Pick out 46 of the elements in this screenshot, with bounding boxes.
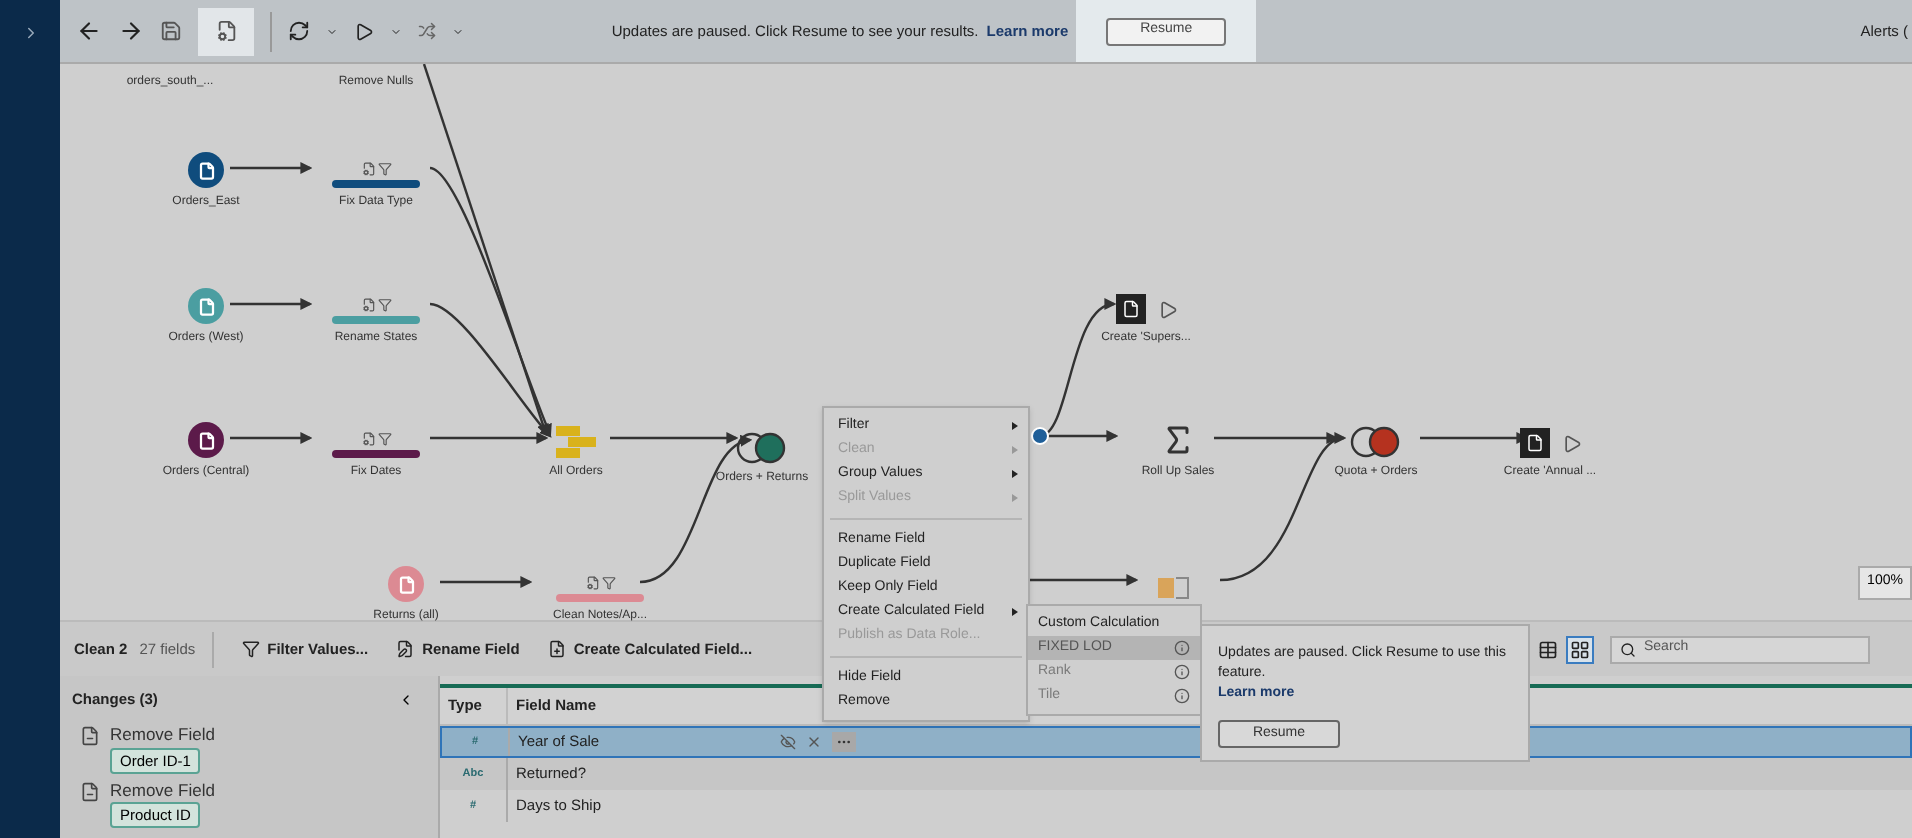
caret-icon[interactable] [326, 25, 338, 37]
run-icon[interactable] [354, 21, 374, 41]
change-action: Remove Field [110, 781, 215, 799]
file-node-icon[interactable] [188, 152, 224, 188]
hide-icon[interactable] [780, 734, 796, 750]
remove-field-icon [80, 781, 100, 802]
save-icon[interactable] [160, 20, 182, 42]
change-icons [585, 576, 615, 590]
play-icon[interactable] [1157, 299, 1177, 319]
grid-icon [1570, 639, 1590, 659]
shuffle-icon[interactable] [418, 22, 436, 40]
remove-field-icon [80, 726, 100, 747]
connector-line [230, 162, 313, 174]
collapse-icon[interactable] [398, 691, 414, 708]
change-icons [361, 162, 391, 176]
connector-line [230, 432, 313, 444]
data-pane-toggle[interactable] [198, 7, 254, 55]
file-node-icon[interactable] [188, 288, 224, 324]
output-file-icon[interactable] [1115, 294, 1145, 324]
more-button[interactable] [832, 732, 856, 752]
output-file-icon[interactable] [1519, 428, 1549, 458]
join-icon[interactable] [1350, 426, 1402, 458]
join-icon[interactable] [736, 432, 788, 464]
connector-line [230, 298, 313, 310]
caret-icon[interactable] [390, 25, 402, 37]
play-icon[interactable] [1561, 433, 1581, 453]
grid-view-toggle[interactable] [1566, 635, 1594, 663]
forward-icon[interactable] [118, 18, 144, 44]
close-icon[interactable] [806, 734, 822, 750]
search-icon [1620, 641, 1636, 657]
filter-icon [241, 640, 260, 658]
caret-icon[interactable] [452, 25, 464, 37]
refresh-icon[interactable] [288, 20, 310, 42]
back-icon[interactable] [76, 18, 102, 44]
connector-line [440, 576, 533, 588]
file-node-icon[interactable] [388, 566, 424, 602]
change-icons [361, 432, 391, 446]
file-plus-icon [547, 640, 566, 658]
file-gear-icon [215, 20, 237, 42]
file-node-icon[interactable] [188, 422, 224, 458]
change-action: Remove Field [110, 726, 215, 744]
connector-line [1030, 574, 1139, 586]
table-icon [1538, 639, 1558, 659]
connection-point[interactable] [1031, 427, 1049, 445]
change-icons [361, 298, 391, 312]
file-pen-icon [396, 640, 415, 658]
